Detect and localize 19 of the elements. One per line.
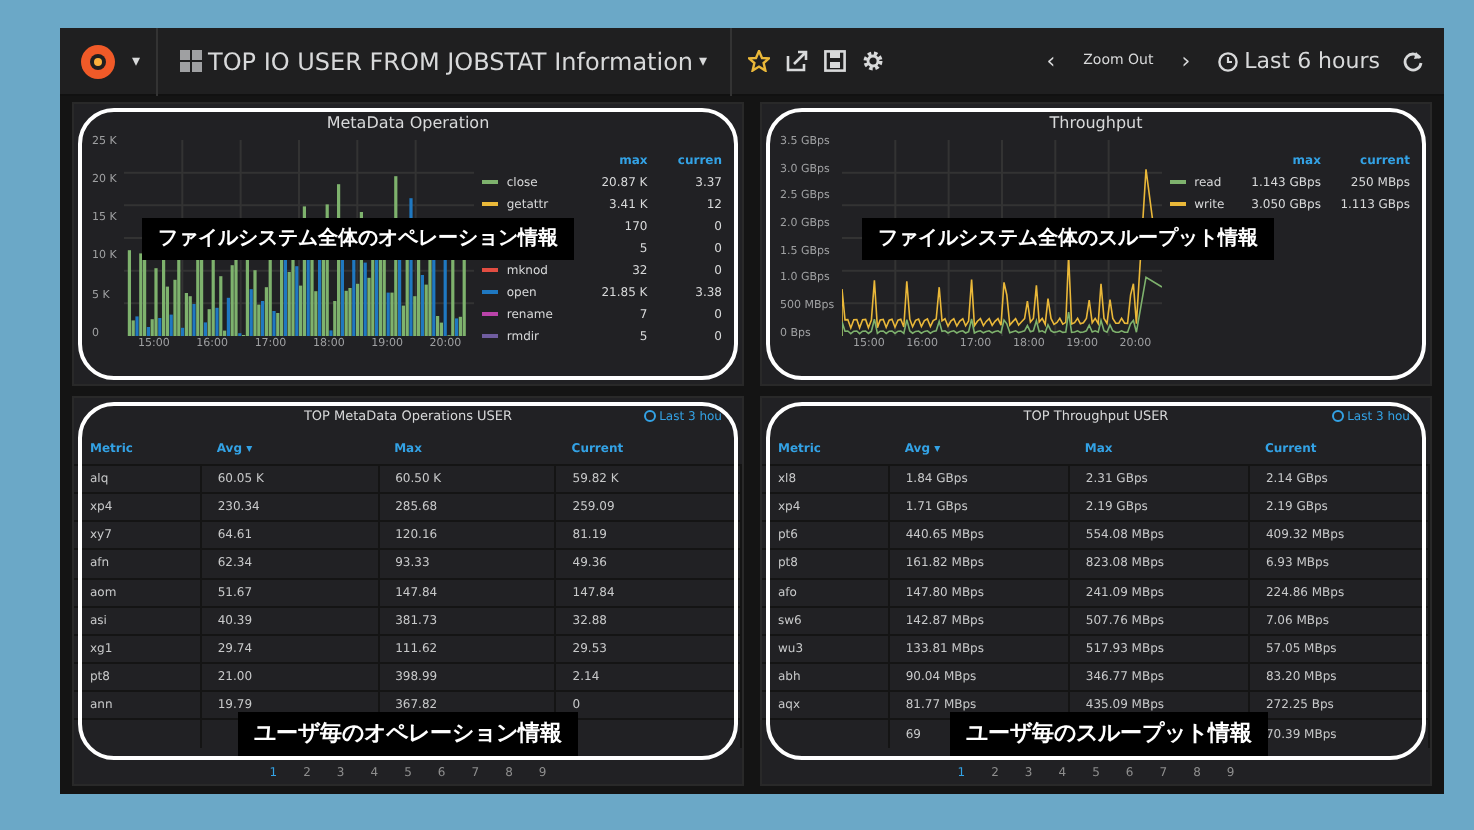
annotation-label: ユーザ毎のオペレーション情報 <box>238 711 578 756</box>
previous-button[interactable]: ‹ <box>1040 50 1062 72</box>
star-icon[interactable] <box>747 50 770 72</box>
logo-icon[interactable] <box>80 43 116 79</box>
settings-icon[interactable] <box>861 50 884 72</box>
clock-icon <box>1331 410 1344 423</box>
clock-icon <box>1218 51 1239 71</box>
caret-icon[interactable]: ▾ <box>132 49 141 73</box>
annotation-label: ファイルシステム全体のオペレーション情報 <box>142 218 574 260</box>
save-icon[interactable] <box>823 50 846 72</box>
share-icon[interactable] <box>785 50 808 72</box>
clock-icon <box>643 410 656 423</box>
grid-icon <box>180 50 203 72</box>
refresh-icon[interactable] <box>1402 50 1424 72</box>
next-button[interactable]: › <box>1175 50 1197 72</box>
time-range-button[interactable]: Last 6 hours <box>1212 50 1386 72</box>
annotation-label: ユーザ毎のスループット情報 <box>950 711 1268 756</box>
dashboard-title[interactable]: TOP IO USER FROM JOBSTAT Information ▾ <box>174 49 714 73</box>
annotation-label: ファイルシステム全体のスループット情報 <box>862 218 1274 260</box>
